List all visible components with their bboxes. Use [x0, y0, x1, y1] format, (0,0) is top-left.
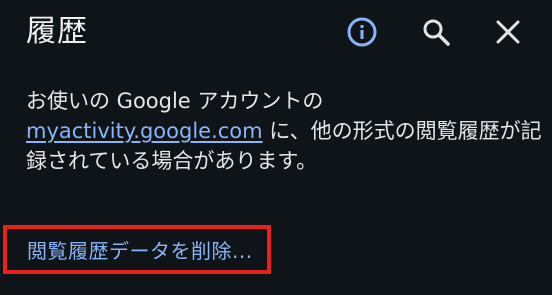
header: 履歴 [0, 0, 552, 64]
page-title: 履歴 [26, 14, 88, 49]
close-icon [496, 20, 520, 44]
description-line-3: 録されている場合があります。 [26, 149, 318, 173]
search-icon [423, 19, 450, 46]
myactivity-link[interactable]: myactivity.google.com [26, 119, 263, 143]
description-line-1: お使いの Google アカウントの [26, 89, 324, 113]
search-button[interactable] [416, 12, 456, 52]
close-button[interactable] [488, 12, 528, 52]
delete-browsing-data-highlight[interactable]: 閲覧履歴データを削除... [3, 225, 271, 274]
account-activity-description: お使いの Google アカウントの myactivity.google.com… [26, 86, 542, 176]
info-button[interactable] [342, 12, 382, 52]
info-icon [347, 17, 377, 47]
description-line-2: myactivity.google.com に、他の形式の閲覧履歴が記 [26, 116, 542, 146]
description-line-2-suffix: に、他の形式の閲覧履歴が記 [262, 119, 542, 143]
delete-browsing-data-link[interactable]: 閲覧履歴データを削除... [27, 235, 253, 264]
